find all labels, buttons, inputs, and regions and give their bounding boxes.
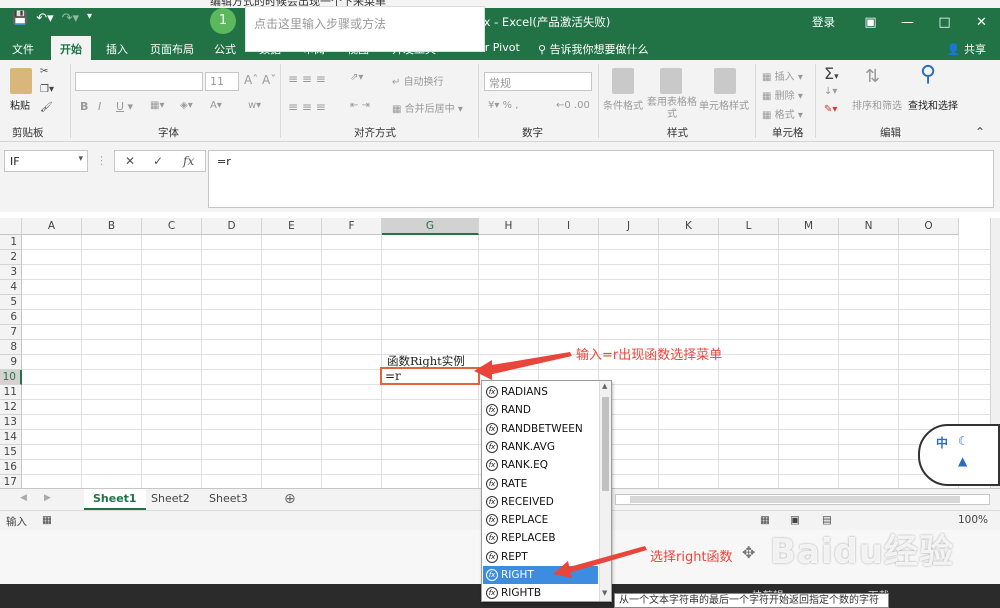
annotation-text-2: 选择right函数 — [650, 550, 733, 565]
arrow-head-2 — [553, 561, 572, 578]
arrow-2 — [562, 546, 647, 574]
arrow-head-1 — [474, 360, 492, 380]
arrow-1 — [480, 352, 572, 376]
annotation-text-1: 输入=r出现函数选择菜单 — [576, 348, 723, 363]
annotation-arrows — [474, 352, 647, 578]
